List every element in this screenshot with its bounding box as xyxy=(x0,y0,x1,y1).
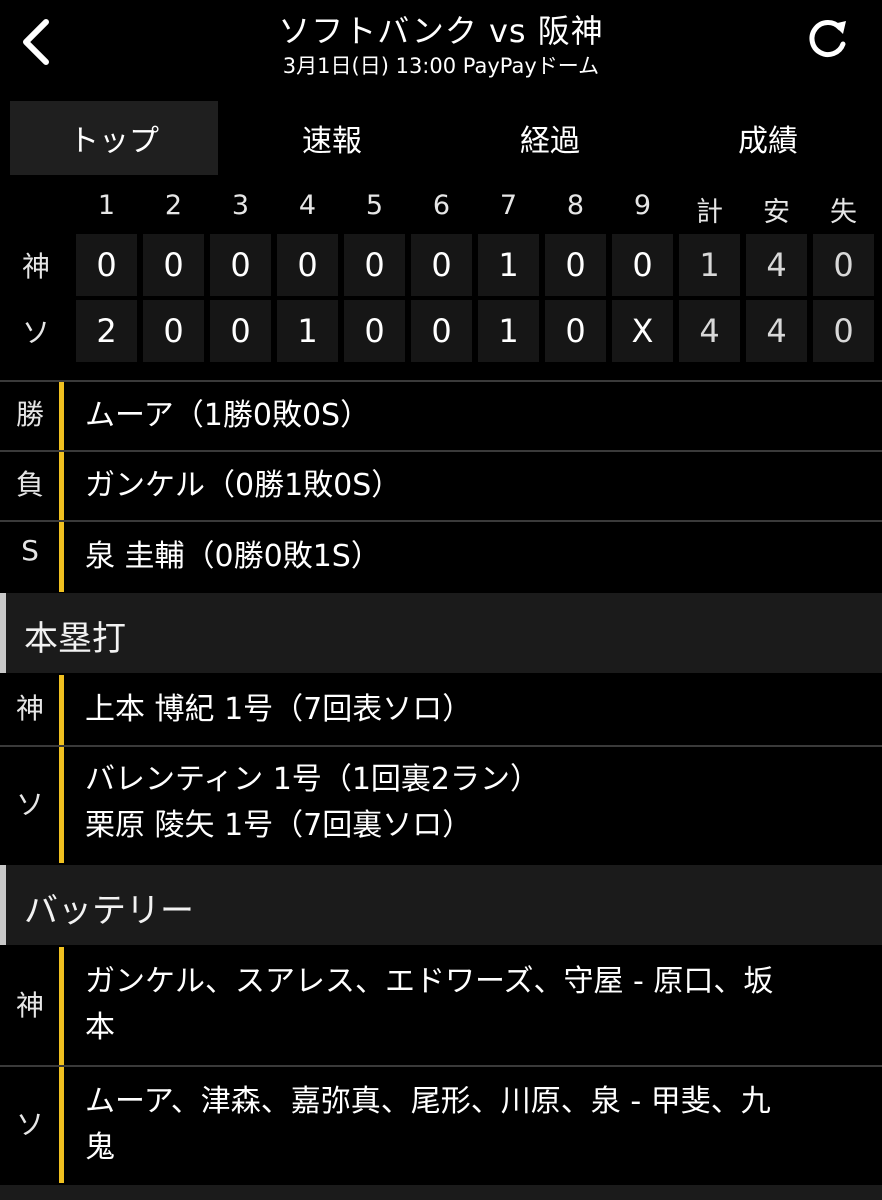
winning-pitcher: ムーア（1勝0敗0S） xyxy=(85,398,371,433)
save-pitcher-row: S 泉 圭輔（0勝0敗1S） xyxy=(0,522,882,592)
team-label: ソ xyxy=(15,1108,44,1141)
header: ソフトバンク vs 阪神 3月1日(日) 13:00 PayPayドーム xyxy=(0,0,882,100)
tab-progress[interactable]: 経過 xyxy=(446,101,654,175)
page-title: ソフトバンク vs 阪神 xyxy=(278,12,604,50)
inning-1-header: 1 xyxy=(97,190,116,221)
losing-pitcher: ガンケル（0勝1敗0S） xyxy=(85,468,402,503)
score-cell: 0 xyxy=(545,234,606,296)
tab-live[interactable]: 速報 xyxy=(228,101,436,175)
score-cell: 2 xyxy=(76,300,137,362)
score-cell: 0 xyxy=(612,234,673,296)
homerun-row-softbank: ソ バレンティン 1号（1回裏2ラン） 栗原 陵矢 1号（7回裏ソロ） xyxy=(0,747,882,863)
score-row-hanshin: 0 0 0 0 0 0 1 0 0 1 4 0 xyxy=(76,234,880,296)
accent-bar xyxy=(59,382,64,450)
tab-top[interactable]: トップ xyxy=(10,101,218,175)
hits-cell: 4 xyxy=(746,234,807,296)
win-label: 勝 xyxy=(15,398,44,431)
score-cell: 0 xyxy=(545,300,606,362)
accent-bar xyxy=(59,747,64,863)
team-label: 神 xyxy=(15,692,44,725)
tab-bar: トップ 速報 経過 成績 xyxy=(10,101,872,175)
battery-line: 鬼 xyxy=(85,1130,115,1165)
homerun-line: 栗原 陵矢 1号（7回裏ソロ） xyxy=(85,808,473,843)
hits-header: 安 xyxy=(763,197,790,228)
inning-4-header: 4 xyxy=(298,190,317,221)
accent-bar xyxy=(59,1067,64,1183)
score-row-softbank: 2 0 0 1 0 0 1 0 X 4 4 0 xyxy=(76,300,880,362)
divider xyxy=(0,1185,882,1200)
inning-5-header: 5 xyxy=(365,190,384,221)
game-info: 3月1日(日) 13:00 PayPayドーム xyxy=(282,54,600,78)
homerun-section-header: 本塁打 xyxy=(0,593,882,673)
team-label-hanshin: 神 xyxy=(21,250,50,283)
battery-section-header: バッテリー xyxy=(0,865,882,945)
runs-total-cell: 1 xyxy=(679,234,740,296)
tab-stats[interactable]: 成績 xyxy=(664,101,872,175)
score-cell: 1 xyxy=(277,300,338,362)
team-label: ソ xyxy=(15,788,44,821)
battery-line: ガンケル、スアレス、エドワーズ、守屋 - 原口、坂 xyxy=(85,964,774,999)
score-cell: 0 xyxy=(411,300,472,362)
battery-row-hanshin: 神 ガンケル、スアレス、エドワーズ、守屋 - 原口、坂 本 xyxy=(0,947,882,1065)
accent-bar xyxy=(59,522,64,592)
score-cell: 0 xyxy=(344,234,405,296)
errors-cell: 0 xyxy=(813,300,874,362)
inning-8-header: 8 xyxy=(566,190,585,221)
inning-6-header: 6 xyxy=(432,190,451,221)
score-cell: 0 xyxy=(210,234,271,296)
inning-header-row: 1 2 3 4 5 6 7 8 9 計 安 失 xyxy=(76,190,880,230)
score-cell: 0 xyxy=(210,300,271,362)
losing-pitcher-row: 負 ガンケル（0勝1敗0S） xyxy=(0,452,882,520)
homerun-line: 上本 博紀 1号（7回表ソロ） xyxy=(85,692,473,727)
homerun-row-hanshin: 神 上本 博紀 1号（7回表ソロ） xyxy=(0,675,882,745)
score-cell: 0 xyxy=(277,234,338,296)
battery-line: ムーア、津森、嘉弥真、尾形、川原、泉 - 甲斐、九 xyxy=(85,1084,771,1119)
score-cell: 0 xyxy=(344,300,405,362)
accent-bar xyxy=(59,452,64,520)
refresh-icon xyxy=(809,20,846,58)
save-pitcher: 泉 圭輔（0勝0敗1S） xyxy=(85,539,381,574)
runs-total-cell: 4 xyxy=(679,300,740,362)
section-accent xyxy=(0,593,6,673)
inning-3-header: 3 xyxy=(231,190,250,221)
score-cell: X xyxy=(612,300,673,362)
homerun-line: バレンティン 1号（1回裏2ラン） xyxy=(85,762,540,797)
errors-cell: 0 xyxy=(813,234,874,296)
inning-7-header: 7 xyxy=(499,190,518,221)
accent-bar xyxy=(59,947,64,1065)
hits-cell: 4 xyxy=(746,300,807,362)
winning-pitcher-row: 勝 ムーア（1勝0敗0S） xyxy=(0,382,882,450)
battery-section-title: バッテリー xyxy=(24,891,194,931)
score-cell: 1 xyxy=(478,234,539,296)
battery-row-softbank: ソ ムーア、津森、嘉弥真、尾形、川原、泉 - 甲斐、九 鬼 xyxy=(0,1067,882,1183)
refresh-button[interactable] xyxy=(800,12,856,68)
battery-line: 本 xyxy=(85,1010,115,1045)
section-accent xyxy=(0,865,6,945)
score-cell: 0 xyxy=(143,300,204,362)
save-label: S xyxy=(21,534,39,567)
score-cell: 0 xyxy=(143,234,204,296)
inning-9-header: 9 xyxy=(633,190,652,221)
inning-2-header: 2 xyxy=(164,190,183,221)
score-cell: 0 xyxy=(411,234,472,296)
loss-label: 負 xyxy=(15,468,44,501)
team-label: 神 xyxy=(15,989,44,1022)
accent-bar xyxy=(59,675,64,745)
runs-total-header: 計 xyxy=(696,197,723,228)
team-label-softbank: ソ xyxy=(21,316,50,349)
score-cell: 0 xyxy=(76,234,137,296)
homerun-section-title: 本塁打 xyxy=(24,619,126,659)
score-cell: 1 xyxy=(478,300,539,362)
errors-header: 失 xyxy=(830,197,857,228)
